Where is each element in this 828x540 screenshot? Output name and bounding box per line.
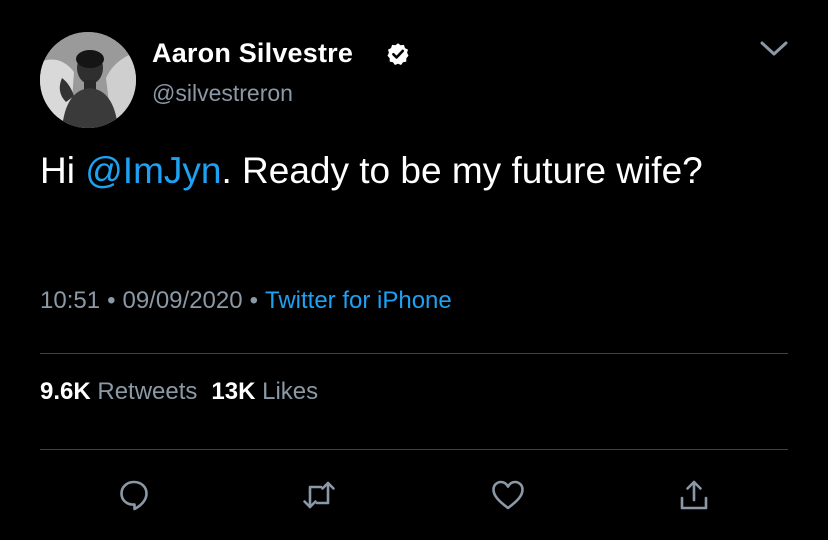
tweet-date[interactable]: 09/09/2020 [122, 287, 242, 314]
tweet-meta: 10:51 • 09/09/2020 • Twitter for iPhone [40, 287, 452, 315]
tweet-source-link[interactable]: Twitter for iPhone [265, 287, 452, 314]
meta-separator: • [249, 287, 258, 314]
share-icon [680, 480, 708, 510]
retweets-stat[interactable]: 9.6K Retweets [40, 378, 197, 405]
likes-count: 13K [211, 378, 256, 405]
mention-link[interactable]: @ImJyn [85, 150, 221, 191]
tweet-stats: 9.6K Retweets 13K Likes [40, 378, 318, 406]
meta-separator: • [107, 287, 116, 314]
retweets-label: Retweets [97, 378, 198, 405]
profile-photo [40, 32, 136, 128]
likes-stat[interactable]: 13K Likes [211, 378, 318, 405]
tweet-text: Hi @ImJyn. Ready to be my future wife? [40, 146, 800, 196]
verified-badge-icon [387, 43, 409, 65]
divider [40, 449, 788, 450]
retweets-count: 9.6K [40, 378, 91, 405]
display-name[interactable]: Aaron Silvestre [152, 38, 353, 69]
share-button[interactable] [674, 475, 714, 515]
tweet-text-suffix: . Ready to be my future wife? [221, 150, 703, 191]
reply-button[interactable] [114, 475, 154, 515]
like-button[interactable] [488, 475, 528, 515]
retweet-icon [303, 481, 335, 509]
reply-icon [120, 480, 148, 511]
likes-label: Likes [262, 378, 319, 405]
like-icon [492, 480, 524, 510]
retweet-button[interactable] [299, 475, 339, 515]
divider [40, 353, 788, 354]
tweet-time[interactable]: 10:51 [40, 287, 100, 314]
tweet-text-prefix: Hi [40, 150, 86, 191]
avatar[interactable] [40, 32, 136, 128]
user-handle[interactable]: @silvestreron [152, 80, 293, 107]
chevron-down-icon[interactable] [756, 36, 792, 60]
